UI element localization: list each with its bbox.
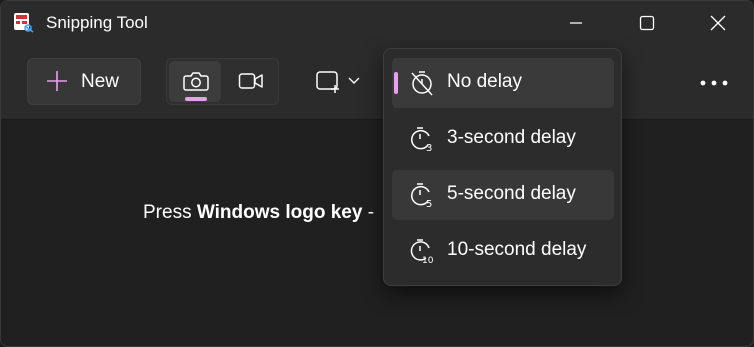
snipping-tool-window: Snipping Tool New Press Windows logo key…: [0, 0, 754, 347]
timer-3-icon: 3: [411, 127, 432, 152]
screenshot-mode-button[interactable]: [169, 61, 221, 102]
rectangle-snip-icon: [316, 71, 360, 93]
snip-shape-dropdown[interactable]: [311, 63, 367, 101]
svg-text:5: 5: [426, 199, 432, 208]
camera-icon: [183, 72, 209, 91]
menu-item-label: 3-second delay: [447, 127, 576, 148]
more-options-button[interactable]: [695, 69, 735, 97]
menu-item-no-delay[interactable]: No delay: [392, 58, 614, 108]
snip-hint-text: Press Windows logo key -: [143, 202, 374, 224]
svg-text:10: 10: [422, 256, 434, 264]
more-dots-icon: [700, 80, 728, 86]
menu-item-label: 5-second delay: [447, 183, 576, 204]
video-mode-button[interactable]: [225, 61, 277, 102]
selected-item-indicator: [394, 72, 398, 94]
menu-item-10-second-delay[interactable]: 10 10-second delay: [392, 226, 614, 276]
menu-item-5-second-delay[interactable]: 5 5-second delay: [392, 170, 614, 220]
close-icon: [710, 15, 726, 31]
hint-key: Windows logo key: [196, 202, 363, 223]
video-camera-icon: [238, 73, 263, 89]
timer-off-icon: [411, 71, 433, 96]
delay-menu: No delay 3 3-second delay 5 5-second del…: [383, 48, 622, 286]
hint-prefix: Press: [143, 202, 197, 223]
minimize-button[interactable]: [541, 1, 611, 45]
close-button[interactable]: [683, 1, 753, 45]
plus-icon: [47, 71, 67, 91]
menu-item-label: 10-second delay: [447, 239, 587, 260]
window-title: Snipping Tool: [46, 13, 148, 32]
maximize-button[interactable]: [612, 1, 682, 45]
menu-item-label: No delay: [447, 71, 522, 92]
minimize-icon: [570, 22, 582, 24]
maximize-icon: [639, 15, 655, 31]
timer-10-icon: 10: [410, 239, 434, 264]
title-bar: Snipping Tool New: [1, 1, 753, 120]
snip-mode-toggle: [166, 58, 279, 105]
menu-item-3-second-delay[interactable]: 3 3-second delay: [392, 114, 614, 164]
hint-suffix: -: [362, 202, 375, 223]
new-snip-button[interactable]: New: [27, 58, 141, 105]
timer-5-icon: 5: [411, 183, 432, 208]
new-button-label: New: [81, 71, 120, 92]
snipping-tool-app-icon: [14, 13, 34, 33]
selected-mode-indicator: [185, 97, 207, 101]
svg-text:3: 3: [426, 143, 432, 152]
